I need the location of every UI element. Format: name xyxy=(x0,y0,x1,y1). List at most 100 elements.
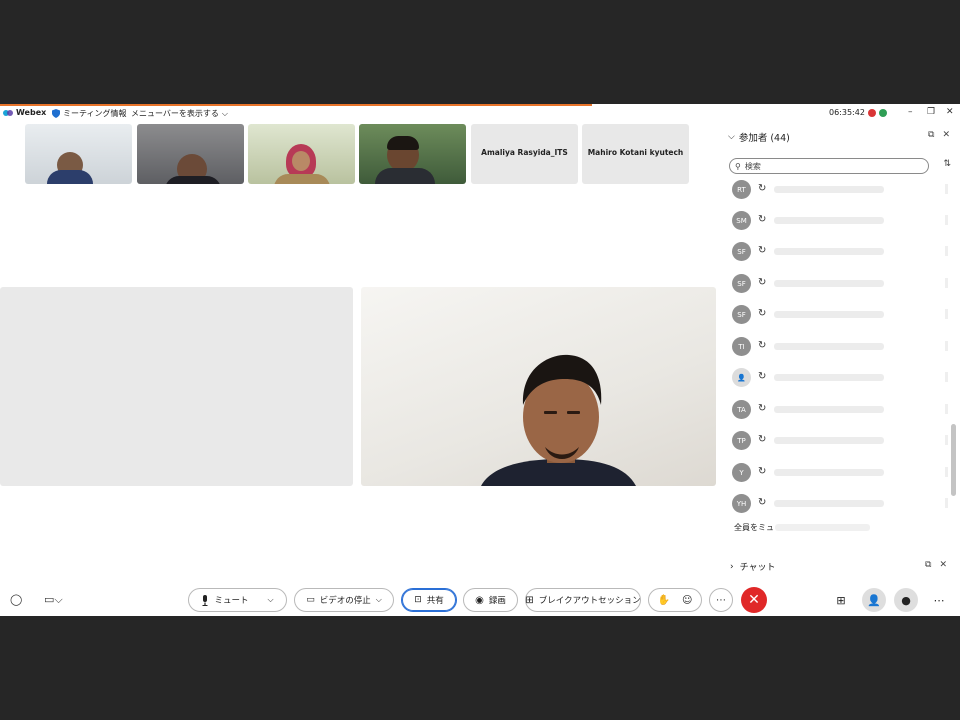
audio-icon: ↻ xyxy=(758,308,767,319)
reactions-status-icon[interactable]: ◯ xyxy=(10,593,22,606)
participant-row[interactable]: Y ↻ xyxy=(722,463,952,494)
minimize-icon[interactable]: – xyxy=(908,107,913,117)
participant-row[interactable]: YH ↻ xyxy=(722,494,952,520)
speaker-video xyxy=(481,354,636,486)
participant-thumbnail[interactable]: Amaliya Rasyida_ITS xyxy=(471,124,578,184)
participant-row[interactable]: TA ↻ xyxy=(722,400,952,431)
close-window-icon[interactable]: ✕ xyxy=(946,107,954,117)
share-button[interactable]: ⊡ 共有 xyxy=(401,588,457,612)
record-label: 録画 xyxy=(488,596,506,606)
mute-all-button[interactable]: 全員をミュ xyxy=(734,522,774,533)
recording-status-icon xyxy=(867,108,876,117)
popout-icon[interactable]: ⧉ xyxy=(928,130,934,140)
record-button[interactable]: ◉ 録画 xyxy=(463,588,518,612)
shield-icon xyxy=(52,109,60,118)
emoji-reaction-icon[interactable]: ☺ xyxy=(682,595,692,606)
apps-icon: ⊞ xyxy=(836,593,846,607)
participant-name-blurred xyxy=(774,469,884,476)
show-menu-button[interactable]: メニューバーを表示する ⌵ xyxy=(131,108,228,119)
avatar: TA xyxy=(732,400,751,419)
participant-thumbnail[interactable]: Mahiro Kotani kyutech xyxy=(582,124,689,184)
participant-thumbnail[interactable] xyxy=(359,124,466,184)
chevron-down-icon[interactable]: ⌵ xyxy=(267,595,273,605)
chat-panel-actions: ⧉ ✕ xyxy=(925,560,947,570)
popout-icon[interactable]: ⧉ xyxy=(925,560,931,570)
participant-row[interactable]: SF ↻ xyxy=(722,274,952,305)
chat-panel-header[interactable]: › チャット xyxy=(730,560,776,574)
close-icon[interactable]: ✕ xyxy=(939,560,947,570)
more-icon[interactable] xyxy=(945,341,948,351)
participant-hair xyxy=(387,136,419,150)
captions-icon[interactable]: ▭⌵ xyxy=(44,593,63,607)
raise-hand-icon[interactable]: ✋ xyxy=(658,595,670,606)
panel-footer-blurred xyxy=(775,524,870,531)
stop-video-button[interactable]: ▭ ビデオの停止 ⌵ xyxy=(294,588,394,612)
participant-body xyxy=(165,176,221,184)
participant-name-blurred xyxy=(774,406,884,413)
letterbox-top xyxy=(0,0,960,104)
audio-icon: ↻ xyxy=(758,183,767,194)
participant-thumbnail[interactable] xyxy=(25,124,132,184)
record-icon: ◉ xyxy=(475,594,484,606)
participants-header[interactable]: ⌵ 参加者 (44) xyxy=(728,130,790,144)
audio-icon: ↻ xyxy=(758,277,767,288)
participant-row[interactable]: TI ↻ xyxy=(722,337,952,368)
leave-meeting-button[interactable]: ✕ xyxy=(741,587,767,613)
audio-icon: ↻ xyxy=(758,340,767,351)
audio-icon: ↻ xyxy=(758,466,767,477)
more-icon[interactable] xyxy=(945,246,948,256)
more-icon: ⋯ xyxy=(933,593,945,607)
more-icon[interactable] xyxy=(945,184,948,194)
chat-toggle-button[interactable]: ● xyxy=(894,588,918,612)
participant-row[interactable]: SM ↻ xyxy=(722,211,952,242)
participant-thumbnail[interactable] xyxy=(137,124,244,184)
more-options-button[interactable]: ⋯ xyxy=(709,588,733,612)
chat-bubble-icon: ● xyxy=(901,593,911,607)
show-menu-label: メニューバーを表示する xyxy=(131,109,219,118)
participant-body xyxy=(274,174,330,184)
more-icon[interactable] xyxy=(945,372,948,382)
video-tile-empty[interactable] xyxy=(0,287,353,486)
avatar: Y xyxy=(732,463,751,482)
more-icon[interactable] xyxy=(945,498,948,508)
more-icon[interactable] xyxy=(945,435,948,445)
more-icon[interactable] xyxy=(945,467,948,477)
participants-title: 参加者 (44) xyxy=(738,133,790,144)
audio-icon: ↻ xyxy=(758,214,767,225)
share-label: 共有 xyxy=(426,596,444,606)
audio-icon: ↻ xyxy=(758,434,767,445)
mute-button[interactable]: ミュート ⌵ xyxy=(188,588,287,612)
avatar: YH xyxy=(732,494,751,513)
more-icon[interactable] xyxy=(945,309,948,319)
avatar: TI xyxy=(732,337,751,356)
audio-icon: ↻ xyxy=(758,403,767,414)
participant-name-blurred xyxy=(774,437,884,444)
breakout-session-button[interactable]: ⊞ ブレイクアウトセッション xyxy=(525,588,641,612)
more-icon[interactable] xyxy=(945,278,948,288)
more-icon[interactable] xyxy=(945,404,948,414)
participant-row[interactable]: SF ↻ xyxy=(722,305,952,336)
clock-area: 06:35:42 xyxy=(829,108,887,117)
participant-row[interactable]: 👤 ↻ xyxy=(722,368,952,399)
search-icon: ⚲ xyxy=(735,161,741,171)
close-icon[interactable]: ✕ xyxy=(942,130,950,140)
participant-search-input[interactable]: ⚲ 検索 xyxy=(729,158,929,174)
letterbox-bottom xyxy=(0,616,960,720)
apps-button[interactable]: ⊞ xyxy=(829,588,853,612)
restore-icon[interactable]: ❐ xyxy=(927,107,935,117)
meeting-info-button[interactable]: ミーティング情報 xyxy=(52,108,127,119)
more-panels-button[interactable]: ⋯ xyxy=(927,588,951,612)
more-icon: ⋯ xyxy=(716,594,726,606)
participant-row[interactable]: TP ↻ xyxy=(722,431,952,462)
app-brand: Webex xyxy=(3,108,46,117)
participant-row[interactable]: SF ↻ xyxy=(722,242,952,273)
video-tile-active-speaker[interactable] xyxy=(361,287,716,486)
participants-toggle-button[interactable]: 👤 xyxy=(862,588,886,612)
participant-list-scrollbar[interactable] xyxy=(951,424,956,496)
participant-row[interactable]: RT ↻ xyxy=(722,180,952,211)
participant-thumbnail[interactable] xyxy=(248,124,355,184)
chevron-down-icon[interactable]: ⌵ xyxy=(376,595,382,605)
more-icon[interactable] xyxy=(945,215,948,225)
participant-name-blurred xyxy=(774,280,884,287)
sort-icon[interactable]: ⇅ xyxy=(943,159,951,169)
